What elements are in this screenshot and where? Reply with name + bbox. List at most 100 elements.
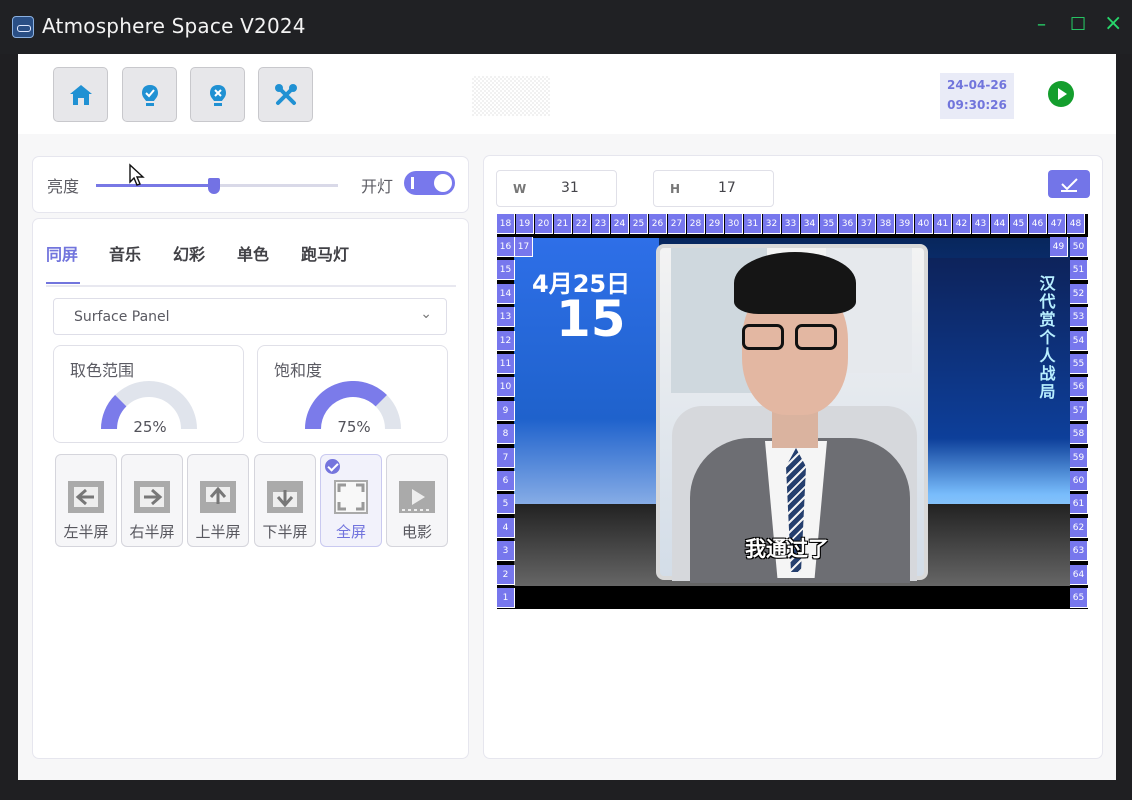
- led-zone-label: 59: [1070, 447, 1088, 468]
- led-zone-label: 39: [896, 214, 914, 234]
- led-zone-label: 32: [763, 214, 781, 234]
- chevron-down-icon: ⌄: [420, 306, 432, 322]
- led-zone-label: 63: [1070, 541, 1088, 562]
- led-zone-label: 15: [497, 260, 515, 281]
- time-text: 09:30:26: [947, 98, 1007, 112]
- led-zone-label: 37: [858, 214, 876, 234]
- bulb-close-button[interactable]: [190, 67, 245, 122]
- checkmark-icon: [1061, 178, 1078, 192]
- app-icon: [12, 16, 34, 38]
- led-zone-label: 34: [801, 214, 819, 234]
- glasses-right: [795, 324, 837, 350]
- led-zone-label: 16: [497, 237, 515, 257]
- led-zone-label: 50: [1070, 237, 1088, 257]
- brightness-slider-handle[interactable]: [207, 178, 220, 194]
- led-zone-label: 18: [497, 214, 515, 234]
- tab-colorful[interactable]: 幻彩: [173, 241, 205, 265]
- mode-label: 全屏: [335, 523, 366, 541]
- title-bar: Atmosphere Space V2024 – □ ×: [0, 0, 1132, 54]
- mode-tabs: 同屏 音乐 幻彩 单色 跑马灯: [46, 239, 456, 287]
- bulb-close-icon: [209, 84, 226, 106]
- led-zone-label: 22: [573, 214, 591, 234]
- led-zone-label: 62: [1070, 517, 1088, 538]
- led-zone-label: 45: [1010, 214, 1028, 234]
- led-zone-label: 8: [497, 424, 515, 445]
- tools-icon: [274, 83, 297, 105]
- height-field[interactable]: H 17: [653, 170, 774, 207]
- mode-label: 右半屏: [129, 523, 175, 541]
- color-range-value: 25%: [133, 418, 167, 436]
- glasses-left: [742, 324, 784, 350]
- led-zone-label: 61: [1070, 494, 1088, 515]
- height-label: H: [670, 182, 681, 196]
- led-zone-label: 26: [649, 214, 667, 234]
- led-zone-label: 60: [1070, 471, 1088, 491]
- led-zone-label: 33: [782, 214, 800, 234]
- saturation-label: 饱和度: [274, 361, 323, 380]
- led-zone-label: 17: [515, 237, 533, 257]
- led-zone-label: 41: [934, 214, 952, 234]
- saturation-card[interactable]: 饱和度 75%: [257, 345, 448, 443]
- left-half-icon: [68, 481, 104, 513]
- mode-label: 电影: [401, 523, 432, 541]
- close-button[interactable]: ×: [1104, 13, 1122, 35]
- width-field[interactable]: W 31: [496, 170, 617, 207]
- bottom-half-icon: [267, 481, 303, 513]
- led-zone-label: 51: [1070, 260, 1088, 281]
- color-range-card[interactable]: 取色范围 25%: [53, 345, 244, 443]
- led-zone-label: 4: [497, 517, 515, 538]
- led-zone-label: 46: [1029, 214, 1047, 234]
- led-zone-label: 30: [725, 214, 743, 234]
- tab-marquee[interactable]: 跑马灯: [301, 241, 349, 265]
- led-zone-label: 36: [839, 214, 857, 234]
- led-zone-label: 6: [497, 471, 515, 491]
- led-zone-label: 43: [972, 214, 990, 234]
- home-icon: [69, 84, 92, 105]
- color-range-label: 取色范围: [70, 361, 135, 380]
- apply-dimensions-button[interactable]: [1048, 170, 1090, 198]
- maximize-button[interactable]: □: [1070, 15, 1086, 32]
- tab-music[interactable]: 音乐: [109, 241, 141, 265]
- top-half-button[interactable]: 上半屏: [187, 454, 249, 547]
- led-zone-label: 35: [820, 214, 838, 234]
- led-zone-label: 29: [706, 214, 724, 234]
- date-time-display: 24-04-26 09:30:26: [940, 73, 1014, 119]
- light-toggle[interactable]: [404, 171, 455, 195]
- main-window: 24-04-26 09:30:26 亮度 开灯 同屏 音乐 幻彩 单色 跑马灯 …: [18, 54, 1116, 780]
- led-zone-label: 42: [953, 214, 971, 234]
- led-zone-label: 48: [1067, 214, 1085, 234]
- tab-single-color[interactable]: 单色: [237, 241, 269, 265]
- bottom-half-button[interactable]: 下半屏: [254, 454, 316, 547]
- hair-shape: [734, 252, 856, 314]
- minimize-button[interactable]: –: [1037, 16, 1046, 34]
- width-label: W: [513, 182, 527, 196]
- led-zone-label: 44: [991, 214, 1009, 234]
- led-zone-label: 57: [1070, 400, 1088, 421]
- led-zone-label: 64: [1070, 564, 1088, 585]
- active-tab-indicator: [46, 282, 80, 284]
- top-half-icon: [200, 481, 236, 513]
- brightness-label: 亮度: [47, 177, 80, 196]
- movie-button[interactable]: 电影: [386, 454, 448, 547]
- led-zone-label: 13: [497, 307, 515, 328]
- left-half-button[interactable]: 左半屏: [55, 454, 117, 547]
- led-zone-label: 14: [497, 283, 515, 304]
- home-button[interactable]: [53, 67, 108, 122]
- right-half-button[interactable]: 右半屏: [121, 454, 183, 547]
- led-zone-label: 54: [1070, 330, 1088, 351]
- source-select[interactable]: Surface Panel ⌄: [53, 298, 447, 335]
- tab-sync-screen[interactable]: 同屏: [46, 241, 78, 265]
- led-zone-label: 52: [1070, 283, 1088, 304]
- led-zone-label: 11: [497, 354, 515, 374]
- play-button[interactable]: [1048, 81, 1074, 107]
- led-zone-label: 20: [535, 214, 553, 234]
- tools-button[interactable]: [258, 67, 313, 122]
- window-title: Atmosphere Space V2024: [42, 14, 306, 38]
- preview-side-text: 汉代赏个人战局: [1039, 274, 1056, 401]
- bulb-check-button[interactable]: [122, 67, 177, 122]
- height-value: 17: [718, 180, 736, 196]
- led-zone-label: 56: [1070, 377, 1088, 398]
- led-zone-label: 7: [497, 447, 515, 468]
- fullscreen-button[interactable]: 全屏: [320, 454, 382, 547]
- saturation-value: 75%: [337, 418, 371, 436]
